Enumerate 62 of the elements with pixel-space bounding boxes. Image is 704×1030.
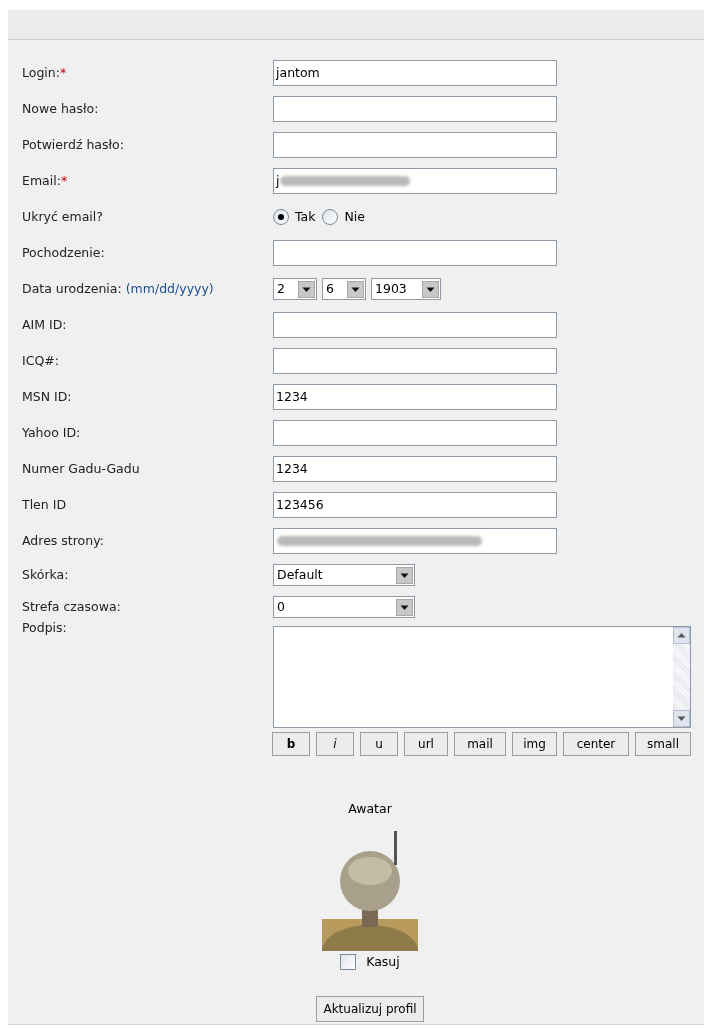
text-field[interactable] [273, 240, 557, 266]
dropdown-arrow-icon [298, 280, 315, 298]
scrollbar[interactable] [673, 627, 690, 727]
text-field[interactable]: j [273, 168, 557, 194]
field-label: ICQ#: [22, 351, 59, 370]
dropdown-arrow-icon [347, 280, 364, 298]
field-label: Ukryć email? [22, 207, 103, 226]
field-label: AIM ID: [22, 315, 67, 334]
text-field[interactable] [273, 96, 557, 122]
format-button[interactable]: u [360, 732, 398, 756]
text-field[interactable]: 123456 [273, 492, 557, 518]
text-field[interactable] [273, 312, 557, 338]
field-label: Nowe hasło: [22, 99, 99, 118]
field-label: Email: [22, 171, 61, 190]
required-mark: * [60, 171, 68, 190]
scroll-up-icon[interactable] [673, 627, 690, 644]
format-button[interactable]: mail [454, 732, 506, 756]
select-field[interactable]: 1903 [371, 278, 441, 300]
checkbox[interactable] [340, 954, 357, 971]
textarea-field[interactable] [273, 626, 691, 728]
scroll-down-icon[interactable] [673, 710, 690, 727]
avatar-title: Awatar [348, 800, 392, 818]
field-label: Pochodzenie: [22, 243, 105, 262]
select-field[interactable]: Default [273, 564, 415, 586]
radio-button[interactable] [322, 209, 339, 225]
format-button[interactable]: i [316, 732, 354, 756]
required-mark: * [59, 63, 67, 82]
format-button[interactable]: img [512, 732, 557, 756]
field-label: Numer Gadu-Gadu [22, 459, 140, 478]
dropdown-arrow-icon [396, 566, 413, 584]
field-label: Login: [22, 63, 60, 82]
select-field[interactable]: 2 [273, 278, 317, 300]
field-label: Adres strony: [22, 531, 104, 550]
field-label: Skórka: [22, 565, 69, 584]
update-profile-button[interactable]: Aktualizuj profil [316, 995, 424, 1022]
format-hint: (mm/dd/yyyy) [125, 279, 214, 298]
checkbox-label: Kasuj [366, 952, 400, 971]
field-label: Tlen ID [22, 495, 66, 514]
format-button[interactable]: small [635, 732, 691, 756]
dropdown-arrow-icon [396, 598, 413, 616]
radio-label: Nie [344, 207, 365, 226]
text-field[interactable] [273, 132, 557, 158]
text-field[interactable] [273, 348, 557, 374]
dropdown-arrow-icon [422, 280, 439, 298]
text-field[interactable] [273, 528, 557, 554]
field-label: Data urodzenia: [22, 279, 122, 298]
radio-button[interactable] [273, 209, 289, 225]
format-button[interactable]: center [563, 732, 629, 756]
format-button[interactable]: url [404, 732, 448, 756]
text-field[interactable]: 1234 [273, 456, 557, 482]
field-label: Yahoo ID: [22, 423, 81, 442]
select-field[interactable]: 6 [322, 278, 366, 300]
text-field[interactable] [273, 420, 557, 446]
field-label: MSN ID: [22, 387, 72, 406]
select-field[interactable]: 0 [273, 596, 415, 618]
format-button[interactable]: b [272, 732, 310, 756]
field-label: Strefa czasowa: [22, 597, 121, 616]
field-label: Podpis: [22, 618, 67, 637]
radio-label: Tak [295, 207, 316, 226]
field-label: Potwierdź hasło: [22, 135, 124, 154]
text-field[interactable]: 1234 [273, 384, 557, 410]
text-field[interactable]: jantom [273, 60, 557, 86]
